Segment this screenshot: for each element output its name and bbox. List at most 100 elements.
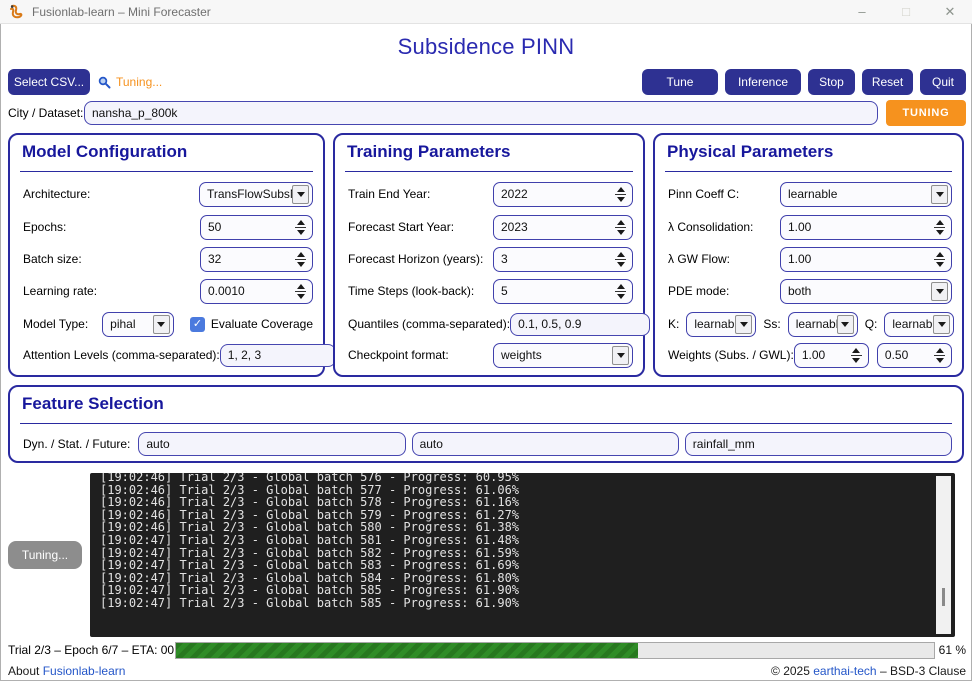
pinn-coeff-select[interactable]: learnable bbox=[780, 182, 952, 207]
fusionlab-learn-link[interactable]: Fusionlab-learn bbox=[43, 664, 126, 678]
select-csv-button[interactable]: Select CSV... bbox=[8, 69, 90, 95]
pde-mode-select[interactable]: both bbox=[780, 279, 952, 304]
spinner-arrows-icon[interactable] bbox=[295, 220, 306, 235]
tuning-status-label: Tuning... bbox=[116, 75, 162, 89]
spinner-arrows-icon[interactable] bbox=[851, 348, 862, 363]
spinner-arrows-icon[interactable] bbox=[615, 220, 626, 235]
progress-percent: 61 % bbox=[939, 643, 966, 657]
lambda-consolidation-label: λ Consolidation: bbox=[668, 220, 753, 234]
model-configuration-panel: Model Configuration Architecture: TransF… bbox=[8, 133, 325, 377]
q-select[interactable]: learnable bbox=[884, 312, 954, 337]
tune-button[interactable]: Tune bbox=[642, 69, 718, 95]
reset-button[interactable]: Reset bbox=[862, 69, 913, 95]
dataset-label: City / Dataset: bbox=[8, 100, 83, 126]
k-label: K: bbox=[668, 317, 679, 331]
weight-subsidence-spinbox[interactable]: 1.00 bbox=[794, 343, 869, 368]
inference-button[interactable]: Inference bbox=[725, 69, 801, 95]
chevron-down-icon[interactable] bbox=[292, 185, 309, 204]
forecast-start-year-value: 2023 bbox=[494, 220, 528, 234]
forecast-horizon-label: Forecast Horizon (years): bbox=[348, 252, 483, 266]
chevron-down-icon[interactable] bbox=[837, 315, 854, 334]
model-type-label: Model Type: bbox=[23, 317, 88, 331]
log-console: [19:02:46] Trial 2/3 - Global batch 576 … bbox=[90, 473, 955, 637]
status-text: Trial 2/3 – Epoch 6/7 – ETA: 00:36 bbox=[8, 643, 191, 657]
lambda-consolidation-spinbox[interactable]: 1.00 bbox=[780, 215, 952, 240]
pde-mode-value: both bbox=[781, 284, 811, 298]
window-title: Fusionlab-learn – Mini Forecaster bbox=[32, 5, 211, 19]
forecast-horizon-value: 3 bbox=[494, 252, 508, 266]
batch-size-spinbox[interactable]: 32 bbox=[200, 247, 313, 272]
evaluate-coverage-label: Evaluate Coverage bbox=[211, 317, 313, 331]
minimize-button[interactable]: – bbox=[840, 0, 884, 23]
architecture-select[interactable]: TransFlowSubsNet bbox=[199, 182, 313, 207]
titlebar: Fusionlab-learn – Mini Forecaster – □ ✕ bbox=[0, 0, 972, 24]
quit-button[interactable]: Quit bbox=[920, 69, 966, 95]
dynamic-features-input[interactable] bbox=[138, 432, 405, 456]
attention-levels-input[interactable] bbox=[220, 344, 336, 367]
time-steps-value: 5 bbox=[494, 284, 508, 298]
earthai-tech-link[interactable]: earthai-tech bbox=[813, 664, 876, 678]
gecko-app-icon bbox=[8, 4, 24, 20]
physical-parameters-panel: Physical Parameters Pinn Coeff C: learna… bbox=[653, 133, 964, 377]
features-label: Dyn. / Stat. / Future: bbox=[23, 437, 130, 451]
static-features-input[interactable] bbox=[412, 432, 679, 456]
feature-selection-panel: Feature Selection Dyn. / Stat. / Future: bbox=[8, 385, 964, 463]
train-end-year-label: Train End Year: bbox=[348, 187, 430, 201]
lambda-gw-flow-spinbox[interactable]: 1.00 bbox=[780, 247, 952, 272]
panel-divider bbox=[20, 171, 313, 172]
scrollbar-thumb[interactable] bbox=[942, 588, 945, 606]
log-scrollbar[interactable] bbox=[936, 476, 951, 634]
lambda-consolidation-value: 1.00 bbox=[781, 220, 811, 234]
training-parameters-panel: Training Parameters Train End Year: 2022… bbox=[333, 133, 645, 377]
learning-rate-spinbox[interactable]: 0.0010 bbox=[200, 279, 313, 304]
forecast-horizon-spinbox[interactable]: 3 bbox=[493, 247, 633, 272]
quantiles-label: Quantiles (comma-separated): bbox=[348, 317, 510, 331]
spinner-arrows-icon[interactable] bbox=[934, 348, 945, 363]
k-value: learnable bbox=[687, 317, 735, 331]
chevron-down-icon[interactable] bbox=[735, 315, 752, 334]
epochs-label: Epochs: bbox=[23, 220, 66, 234]
chevron-down-icon[interactable] bbox=[931, 282, 948, 301]
k-select[interactable]: learnable bbox=[686, 312, 756, 337]
panel-title: Model Configuration bbox=[22, 142, 187, 162]
stop-button[interactable]: Stop bbox=[808, 69, 855, 95]
progress-fill bbox=[176, 643, 638, 658]
tuning-status: Tuning... bbox=[98, 69, 162, 95]
ss-select[interactable]: learnable bbox=[788, 312, 858, 337]
model-type-value: pihal bbox=[103, 317, 135, 331]
checkpoint-format-select[interactable]: weights bbox=[493, 343, 633, 368]
panel-title: Feature Selection bbox=[22, 394, 164, 414]
future-features-input[interactable] bbox=[685, 432, 952, 456]
panel-title: Training Parameters bbox=[347, 142, 510, 162]
tuning-state-badge: TUNING bbox=[886, 100, 966, 126]
spinner-arrows-icon[interactable] bbox=[615, 187, 626, 202]
progress-bar bbox=[175, 642, 935, 659]
train-end-year-spinbox[interactable]: 2022 bbox=[493, 182, 633, 207]
model-type-select[interactable]: pihal bbox=[102, 312, 174, 337]
chevron-down-icon[interactable] bbox=[153, 315, 170, 334]
chevron-down-icon[interactable] bbox=[612, 346, 629, 365]
page-title: Subsidence PINN bbox=[0, 34, 972, 60]
spinner-arrows-icon[interactable] bbox=[295, 252, 306, 267]
copyright-prefix: © 2025 bbox=[771, 664, 810, 678]
dataset-input[interactable] bbox=[84, 101, 878, 125]
weight-gwl-spinbox[interactable]: 0.50 bbox=[877, 343, 952, 368]
chevron-down-icon[interactable] bbox=[933, 315, 950, 334]
spinner-arrows-icon[interactable] bbox=[295, 284, 306, 299]
close-button[interactable]: ✕ bbox=[928, 0, 972, 23]
evaluate-coverage-checkbox[interactable] bbox=[190, 317, 205, 332]
chevron-down-icon[interactable] bbox=[931, 185, 948, 204]
epochs-spinbox[interactable]: 50 bbox=[200, 215, 313, 240]
about-prefix: About bbox=[8, 664, 39, 678]
spinner-arrows-icon[interactable] bbox=[934, 220, 945, 235]
weight-gwl-value: 0.50 bbox=[878, 348, 908, 362]
forecast-start-year-spinbox[interactable]: 2023 bbox=[493, 215, 633, 240]
time-steps-spinbox[interactable]: 5 bbox=[493, 279, 633, 304]
weights-label: Weights (Subs. / GWL): bbox=[668, 348, 794, 362]
spinner-arrows-icon[interactable] bbox=[934, 252, 945, 267]
spinner-arrows-icon[interactable] bbox=[615, 284, 626, 299]
quantiles-input[interactable] bbox=[510, 313, 650, 336]
maximize-button[interactable]: □ bbox=[884, 0, 928, 23]
spinner-arrows-icon[interactable] bbox=[615, 252, 626, 267]
ss-value: learnable bbox=[789, 317, 837, 331]
